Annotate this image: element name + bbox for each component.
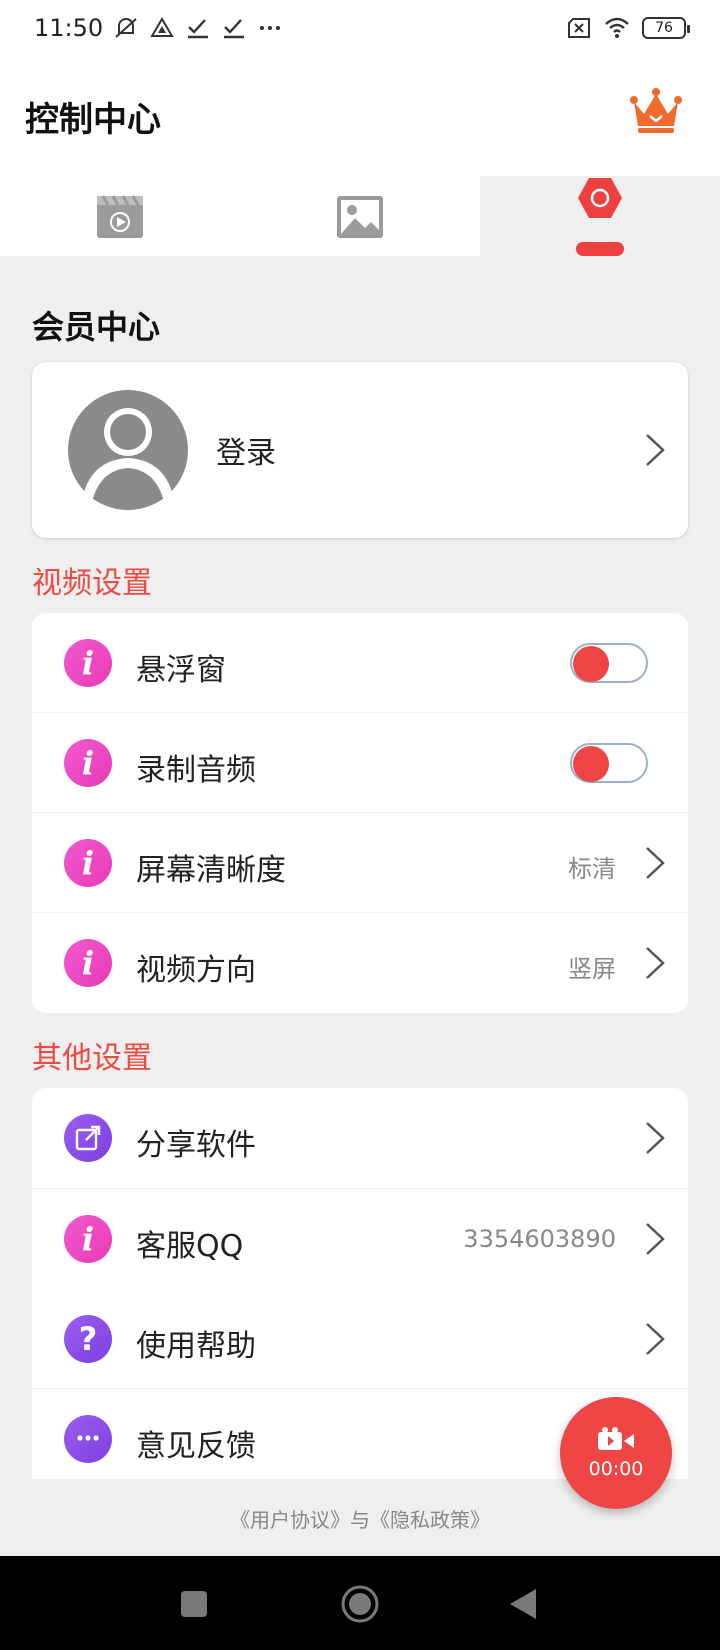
chevron-right-icon xyxy=(646,1223,665,1255)
record-timer: 00:00 xyxy=(588,1458,644,1480)
record-audio-toggle[interactable] xyxy=(570,743,648,783)
back-icon[interactable] xyxy=(508,1587,538,1621)
header: 控制中心 xyxy=(0,56,720,176)
setting-orientation[interactable]: i 视频方向 竖屏 xyxy=(32,913,688,1013)
video-camera-icon xyxy=(598,1427,634,1450)
check-icon xyxy=(224,19,245,39)
floating-window-toggle[interactable] xyxy=(570,643,648,683)
setting-resolution[interactable]: i 屏幕清晰度 标清 xyxy=(32,813,688,913)
setting-label: 屏幕清晰度 xyxy=(136,853,286,888)
chevron-right-icon xyxy=(646,1323,665,1355)
avatar xyxy=(68,390,188,510)
image-icon xyxy=(337,196,383,238)
setting-label: 悬浮窗 xyxy=(136,653,226,688)
setting-label: 客服QQ xyxy=(136,1229,244,1264)
video-settings-card: i 悬浮窗 i 录制音频 i 屏幕清晰度 标清 i 视频方向 竖屏 xyxy=(32,613,688,1013)
crown-icon[interactable] xyxy=(628,86,684,136)
setting-label: 使用帮助 xyxy=(136,1329,256,1364)
more-icon xyxy=(260,26,281,30)
login-label: 登录 xyxy=(216,436,276,471)
share-icon xyxy=(64,1114,112,1162)
navigation-bar xyxy=(0,1556,720,1650)
tab-settings[interactable] xyxy=(480,176,720,256)
setting-label: 分享软件 xyxy=(136,1128,256,1163)
setting-value: 竖屏 xyxy=(568,955,616,983)
qq-card: i 客服QQ 3354603890 xyxy=(32,1189,688,1289)
chevron-right-icon xyxy=(646,847,665,879)
page-title: 控制中心 xyxy=(25,100,161,140)
wifi-icon xyxy=(605,17,629,38)
hexagon-settings-icon xyxy=(578,178,622,218)
tab-video[interactable] xyxy=(0,176,240,256)
help-icon: ? xyxy=(64,1315,112,1363)
mute-icon xyxy=(115,18,137,38)
member-section-title: 会员中心 xyxy=(32,308,161,346)
other-settings-title: 其他设置 xyxy=(32,1041,152,1076)
battery-icon: 76 xyxy=(642,17,690,39)
login-card[interactable]: 登录 xyxy=(32,362,688,538)
status-bar: 11:50 76 xyxy=(0,0,720,56)
status-time: 11:50 xyxy=(34,14,104,42)
sim-off-icon xyxy=(568,18,590,38)
setting-label: 意见反馈 xyxy=(136,1429,256,1464)
info-icon: i xyxy=(64,739,112,787)
info-icon: i xyxy=(64,639,112,687)
video-icon xyxy=(97,195,143,238)
info-icon: i xyxy=(64,939,112,987)
home-icon[interactable] xyxy=(340,1584,380,1624)
chevron-right-icon xyxy=(646,434,665,466)
chat-icon xyxy=(64,1415,112,1463)
setting-label: 视频方向 xyxy=(136,953,256,988)
setting-floating-window[interactable]: i 悬浮窗 xyxy=(32,613,688,713)
recent-apps-icon[interactable] xyxy=(180,1590,208,1618)
share-card: 分享软件 xyxy=(32,1088,688,1188)
record-fab[interactable]: 00:00 xyxy=(560,1397,672,1509)
setting-help[interactable]: ? 使用帮助 xyxy=(32,1289,688,1389)
setting-label: 录制音频 xyxy=(136,753,256,788)
tab-image[interactable] xyxy=(240,176,480,256)
setting-value: 标清 xyxy=(568,855,616,883)
setting-value: 3354603890 xyxy=(463,1225,616,1253)
battery-level: 76 xyxy=(655,20,673,36)
chevron-right-icon xyxy=(646,1122,665,1154)
check-icon xyxy=(188,19,209,39)
active-tab-indicator xyxy=(576,242,624,256)
signal-icon xyxy=(150,17,174,37)
setting-record-audio[interactable]: i 录制音频 xyxy=(32,713,688,813)
user-icon xyxy=(82,408,174,502)
info-icon: i xyxy=(64,839,112,887)
chevron-right-icon xyxy=(646,947,665,979)
tab-bar xyxy=(0,176,720,256)
info-icon: i xyxy=(64,1215,112,1263)
setting-share[interactable]: 分享软件 xyxy=(32,1088,688,1188)
video-settings-title: 视频设置 xyxy=(32,566,152,601)
setting-customer-qq[interactable]: i 客服QQ 3354603890 xyxy=(32,1189,688,1289)
